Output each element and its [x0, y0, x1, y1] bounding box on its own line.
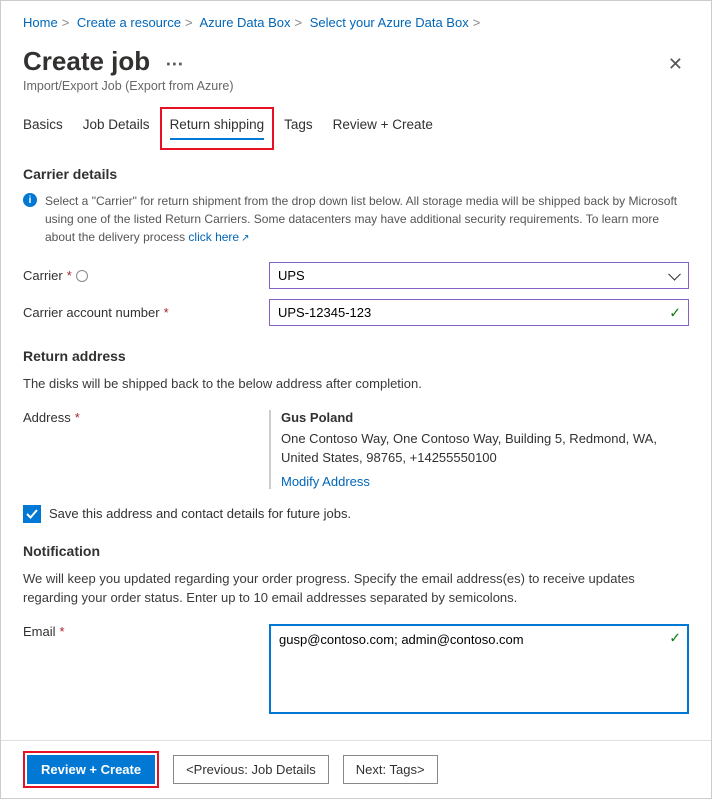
tab-tags[interactable]: Tags — [284, 111, 313, 148]
next-button[interactable]: Next: Tags> — [343, 755, 438, 784]
carrier-account-label: Carrier account number — [23, 305, 160, 320]
info-icon: i — [23, 193, 37, 207]
previous-button[interactable]: <Previous: Job Details — [173, 755, 329, 784]
address-lines: One Contoso Way, One Contoso Way, Buildi… — [281, 429, 689, 468]
carrier-select[interactable]: UPS — [269, 262, 689, 289]
tab-basics[interactable]: Basics — [23, 111, 63, 148]
breadcrumb-link[interactable]: Azure Data Box — [199, 15, 290, 30]
info-banner: i Select a "Carrier" for return shipment… — [23, 192, 689, 246]
section-heading-carrier: Carrier details — [23, 166, 689, 182]
page-subtitle: Import/Export Job (Export from Azure) — [23, 79, 234, 93]
notification-desc: We will keep you updated regarding your … — [23, 569, 689, 608]
breadcrumb: Home> Create a resource> Azure Data Box>… — [23, 15, 689, 30]
carrier-label: Carrier — [23, 268, 63, 283]
close-icon[interactable]: ✕ — [662, 50, 689, 79]
breadcrumb-link[interactable]: Create a resource — [77, 15, 181, 30]
tabs: Basics Job Details Return shipping Tags … — [23, 111, 689, 148]
address-block: Gus Poland One Contoso Way, One Contoso … — [269, 410, 689, 489]
more-icon[interactable]: ⋯ — [165, 54, 183, 74]
tab-review-create[interactable]: Review + Create — [333, 111, 433, 148]
carrier-account-input[interactable] — [269, 299, 689, 326]
review-create-button[interactable]: Review + Create — [27, 755, 155, 784]
address-name: Gus Poland — [281, 410, 689, 425]
tab-return-shipping[interactable]: Return shipping — [170, 111, 265, 142]
save-address-label: Save this address and contact details fo… — [49, 506, 351, 521]
modify-address-link[interactable]: Modify Address — [281, 474, 370, 489]
tab-job-details[interactable]: Job Details — [83, 111, 150, 148]
address-label: Address — [23, 410, 71, 425]
save-address-checkbox[interactable] — [23, 505, 41, 523]
section-heading-notification: Notification — [23, 543, 689, 559]
section-heading-return-address: Return address — [23, 348, 689, 364]
email-label: Email — [23, 624, 56, 639]
return-address-desc: The disks will be shipped back to the be… — [23, 374, 689, 394]
email-input[interactable]: gusp@contoso.com; admin@contoso.com — [269, 624, 689, 714]
breadcrumb-link[interactable]: Home — [23, 15, 58, 30]
external-link-icon: ↗ — [241, 233, 249, 244]
breadcrumb-link[interactable]: Select your Azure Data Box — [310, 15, 469, 30]
info-link[interactable]: click here↗ — [188, 230, 249, 244]
page-title: Create job ⋯ — [23, 46, 234, 77]
help-icon[interactable] — [76, 270, 88, 282]
footer: Review + Create <Previous: Job Details N… — [1, 740, 711, 798]
